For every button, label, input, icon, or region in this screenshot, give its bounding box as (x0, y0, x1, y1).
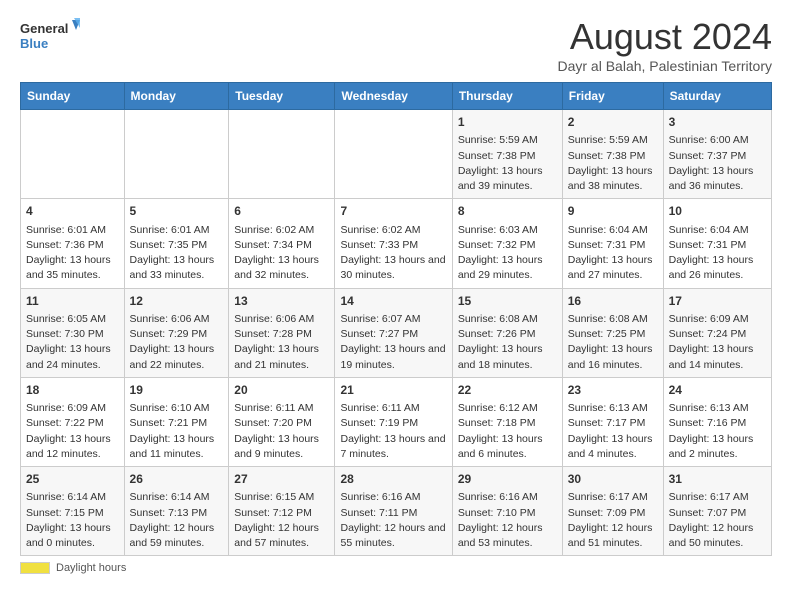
calendar-week-3: 11Sunrise: 6:05 AMSunset: 7:30 PMDayligh… (21, 288, 772, 377)
calendar-cell: 22Sunrise: 6:12 AMSunset: 7:18 PMDayligh… (452, 377, 562, 466)
calendar-cell: 18Sunrise: 6:09 AMSunset: 7:22 PMDayligh… (21, 377, 125, 466)
calendar-cell: 15Sunrise: 6:08 AMSunset: 7:26 PMDayligh… (452, 288, 562, 377)
calendar-cell: 2Sunrise: 5:59 AMSunset: 7:38 PMDaylight… (562, 110, 663, 199)
calendar-week-4: 18Sunrise: 6:09 AMSunset: 7:22 PMDayligh… (21, 377, 772, 466)
calendar-week-2: 4Sunrise: 6:01 AMSunset: 7:36 PMDaylight… (21, 199, 772, 288)
page: General Blue August 2024 Dayr al Balah, … (0, 0, 792, 584)
col-saturday: Saturday (663, 83, 771, 110)
header: General Blue August 2024 Dayr al Balah, … (20, 16, 772, 74)
title-area: August 2024 Dayr al Balah, Palestinian T… (557, 16, 772, 74)
logo: General Blue (20, 16, 80, 56)
calendar-cell (21, 110, 125, 199)
calendar-cell: 12Sunrise: 6:06 AMSunset: 7:29 PMDayligh… (124, 288, 229, 377)
calendar-cell: 17Sunrise: 6:09 AMSunset: 7:24 PMDayligh… (663, 288, 771, 377)
col-sunday: Sunday (21, 83, 125, 110)
calendar-cell: 27Sunrise: 6:15 AMSunset: 7:12 PMDayligh… (229, 467, 335, 556)
header-row: Sunday Monday Tuesday Wednesday Thursday… (21, 83, 772, 110)
calendar-table: Sunday Monday Tuesday Wednesday Thursday… (20, 82, 772, 556)
calendar-cell (335, 110, 452, 199)
calendar-cell: 31Sunrise: 6:17 AMSunset: 7:07 PMDayligh… (663, 467, 771, 556)
calendar-week-5: 25Sunrise: 6:14 AMSunset: 7:15 PMDayligh… (21, 467, 772, 556)
calendar-cell: 9Sunrise: 6:04 AMSunset: 7:31 PMDaylight… (562, 199, 663, 288)
calendar-cell: 16Sunrise: 6:08 AMSunset: 7:25 PMDayligh… (562, 288, 663, 377)
footer: Daylight hours (20, 562, 772, 574)
calendar-cell: 6Sunrise: 6:02 AMSunset: 7:34 PMDaylight… (229, 199, 335, 288)
calendar-cell: 26Sunrise: 6:14 AMSunset: 7:13 PMDayligh… (124, 467, 229, 556)
calendar-cell: 23Sunrise: 6:13 AMSunset: 7:17 PMDayligh… (562, 377, 663, 466)
calendar-cell: 3Sunrise: 6:00 AMSunset: 7:37 PMDaylight… (663, 110, 771, 199)
calendar-cell: 1Sunrise: 5:59 AMSunset: 7:38 PMDaylight… (452, 110, 562, 199)
col-tuesday: Tuesday (229, 83, 335, 110)
calendar-cell (229, 110, 335, 199)
calendar-cell: 19Sunrise: 6:10 AMSunset: 7:21 PMDayligh… (124, 377, 229, 466)
svg-text:Blue: Blue (20, 36, 48, 51)
calendar-cell: 11Sunrise: 6:05 AMSunset: 7:30 PMDayligh… (21, 288, 125, 377)
calendar-cell: 4Sunrise: 6:01 AMSunset: 7:36 PMDaylight… (21, 199, 125, 288)
main-title: August 2024 (557, 16, 772, 58)
logo-svg: General Blue (20, 16, 80, 56)
daylight-swatch (20, 562, 50, 574)
calendar-cell: 24Sunrise: 6:13 AMSunset: 7:16 PMDayligh… (663, 377, 771, 466)
calendar-cell: 29Sunrise: 6:16 AMSunset: 7:10 PMDayligh… (452, 467, 562, 556)
calendar-cell: 8Sunrise: 6:03 AMSunset: 7:32 PMDaylight… (452, 199, 562, 288)
col-monday: Monday (124, 83, 229, 110)
calendar-cell: 20Sunrise: 6:11 AMSunset: 7:20 PMDayligh… (229, 377, 335, 466)
col-friday: Friday (562, 83, 663, 110)
svg-text:General: General (20, 21, 68, 36)
calendar-cell: 7Sunrise: 6:02 AMSunset: 7:33 PMDaylight… (335, 199, 452, 288)
daylight-label: Daylight hours (56, 562, 126, 574)
calendar-cell: 28Sunrise: 6:16 AMSunset: 7:11 PMDayligh… (335, 467, 452, 556)
subtitle: Dayr al Balah, Palestinian Territory (557, 58, 772, 74)
calendar-cell: 10Sunrise: 6:04 AMSunset: 7:31 PMDayligh… (663, 199, 771, 288)
calendar-cell: 5Sunrise: 6:01 AMSunset: 7:35 PMDaylight… (124, 199, 229, 288)
calendar-week-1: 1Sunrise: 5:59 AMSunset: 7:38 PMDaylight… (21, 110, 772, 199)
calendar-cell: 13Sunrise: 6:06 AMSunset: 7:28 PMDayligh… (229, 288, 335, 377)
col-thursday: Thursday (452, 83, 562, 110)
calendar-cell: 25Sunrise: 6:14 AMSunset: 7:15 PMDayligh… (21, 467, 125, 556)
calendar-cell: 30Sunrise: 6:17 AMSunset: 7:09 PMDayligh… (562, 467, 663, 556)
calendar-cell (124, 110, 229, 199)
calendar-cell: 21Sunrise: 6:11 AMSunset: 7:19 PMDayligh… (335, 377, 452, 466)
col-wednesday: Wednesday (335, 83, 452, 110)
calendar-cell: 14Sunrise: 6:07 AMSunset: 7:27 PMDayligh… (335, 288, 452, 377)
